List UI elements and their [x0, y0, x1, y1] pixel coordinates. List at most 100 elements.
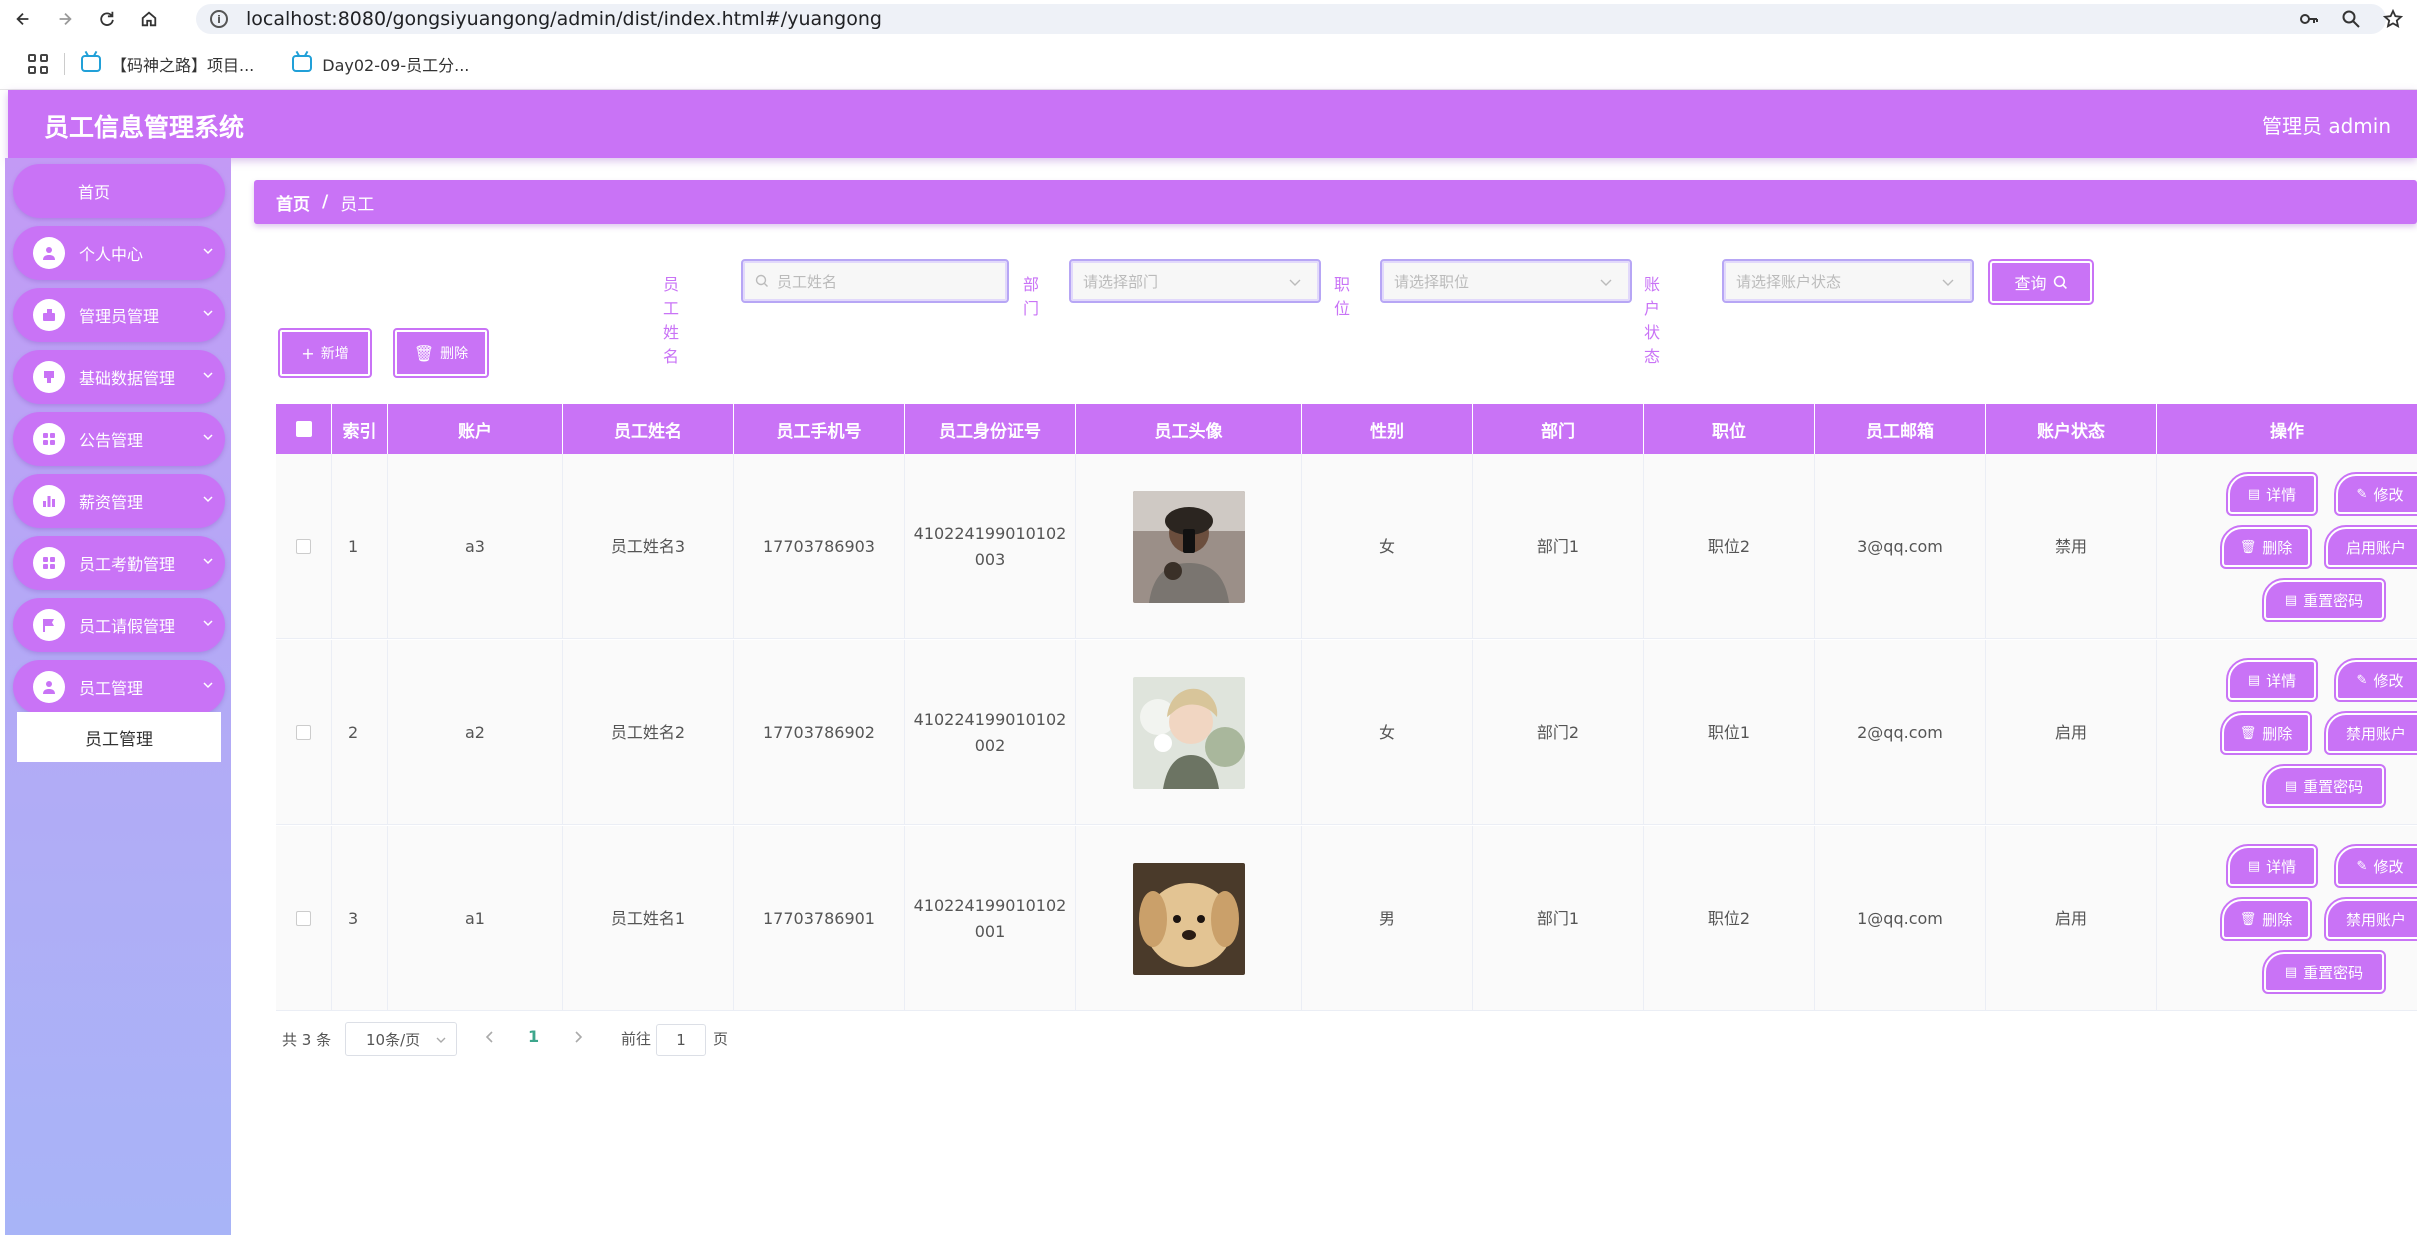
reload-icon[interactable]: [96, 8, 118, 30]
row-checkbox[interactable]: [296, 539, 311, 554]
url-text: localhost:8080/gongsiyuangong/admin/dist…: [246, 8, 882, 30]
info-icon[interactable]: i: [210, 10, 228, 28]
toggle-account-button[interactable]: 禁用账户: [2324, 897, 2417, 941]
prev-page-icon[interactable]: [484, 1030, 496, 1044]
edit-button[interactable]: ✎ 修改: [2334, 658, 2417, 702]
idcard-line-1: 410224199010102: [913, 709, 1067, 729]
cell-idcard: 410224199010102 002: [905, 640, 1076, 825]
cell-position: 职位1: [1644, 640, 1815, 825]
document-icon: ▤: [2247, 672, 2261, 688]
sidebar-item-home[interactable]: 首页: [13, 164, 225, 218]
employee-avatar-image[interactable]: [1132, 490, 1245, 603]
sidebar-item-label: 薪资管理: [79, 493, 144, 512]
current-user[interactable]: 管理员 admin: [2262, 110, 2391, 139]
home-icon[interactable]: [138, 8, 160, 30]
submenu-item-employee-management[interactable]: 员工管理: [17, 712, 221, 762]
current-page[interactable]: 1: [528, 1027, 539, 1046]
sidebar-item-admins[interactable]: 管理员管理: [13, 288, 225, 342]
cell-avatar: [1076, 454, 1302, 639]
select-all-checkbox[interactable]: [295, 421, 312, 437]
query-button[interactable]: 查询: [1988, 259, 2094, 305]
page-size-select[interactable]: 10条/页: [345, 1022, 457, 1056]
detail-button[interactable]: ▤ 详情: [2226, 472, 2318, 516]
document-icon: ▤: [2247, 858, 2261, 874]
edit-button[interactable]: ✎ 修改: [2334, 844, 2417, 888]
delete-button[interactable]: 🗑 删除: [2220, 897, 2312, 941]
goto-page-input[interactable]: 1: [656, 1024, 706, 1056]
toggle-label: 禁用账户: [2345, 910, 2406, 929]
dept-label: 部门: [1023, 275, 1040, 318]
address-bar[interactable]: i localhost:8080/gongsiyuangong/admin/di…: [196, 4, 2386, 34]
bookmark-item-1[interactable]: 【码神之路】项目...: [81, 52, 254, 76]
query-label: 查询: [2014, 274, 2047, 293]
col-position: 职位: [1644, 404, 1815, 454]
document-icon: ▤: [2284, 592, 2298, 608]
zoom-icon[interactable]: [2341, 9, 2361, 29]
name-placeholder: 员工姓名: [777, 272, 838, 291]
idcard-line-1: 410224199010102: [913, 895, 1067, 915]
table-row: 3 a1 员工姓名1 17703786901 410224199010102 0…: [276, 826, 2417, 1011]
detail-button[interactable]: ▤ 详情: [2226, 658, 2318, 702]
toggle-account-button[interactable]: 禁用账户: [2324, 711, 2417, 755]
row-checkbox[interactable]: [296, 911, 311, 926]
position-select[interactable]: 请选择职位: [1380, 259, 1632, 303]
key-icon[interactable]: [2299, 9, 2319, 29]
table-row: 1 a3 员工姓名3 17703786903 410224199010102 0…: [276, 454, 2417, 639]
col-account: 账户: [388, 404, 563, 454]
bulk-delete-button[interactable]: 🗑 删除: [393, 328, 489, 378]
breadcrumb-home[interactable]: 首页: [276, 190, 310, 215]
sidebar-item-basic-data[interactable]: 基础数据管理: [13, 350, 225, 404]
edit-button[interactable]: ✎ 修改: [2334, 472, 2417, 516]
employee-avatar-image[interactable]: [1132, 862, 1245, 975]
cell-phone: 17703786903: [734, 454, 905, 639]
sidebar-item-notices[interactable]: 公告管理: [13, 412, 225, 466]
chevron-down-icon: [1600, 279, 1612, 286]
reset-password-button[interactable]: ▤ 重置密码: [2262, 764, 2386, 808]
idcard-line-2: 002: [974, 735, 1006, 755]
sidebar-item-attendance[interactable]: 员工考勤管理: [13, 536, 225, 590]
row-checkbox[interactable]: [296, 725, 311, 740]
col-idcard: 员工身份证号: [905, 404, 1076, 454]
toggle-label: 启用账户: [2345, 538, 2406, 557]
sidebar-item-salary[interactable]: 薪资管理: [13, 474, 225, 528]
cell-phone: 17703786902: [734, 640, 905, 825]
detail-button[interactable]: ▤ 详情: [2226, 844, 2318, 888]
cell-idcard: 410224199010102 003: [905, 454, 1076, 639]
search-icon: [2053, 275, 2067, 289]
chevron-down-icon: [203, 558, 213, 565]
toggle-account-button[interactable]: 启用账户: [2324, 525, 2417, 569]
idcard-line-1: 410224199010102: [913, 523, 1067, 543]
next-page-icon[interactable]: [572, 1030, 584, 1044]
bookmark-separator: [64, 52, 65, 75]
forward-icon[interactable]: [54, 8, 76, 30]
document-icon: ▤: [2284, 778, 2298, 794]
sidebar-item-employees[interactable]: 员工管理: [13, 660, 225, 714]
breadcrumb-separator: /: [322, 192, 329, 212]
cell-avatar: [1076, 826, 1302, 1011]
document-icon: ▤: [2284, 964, 2298, 980]
sidebar-item-leave[interactable]: 员工请假管理: [13, 598, 225, 652]
reset-password-button[interactable]: ▤ 重置密码: [2262, 578, 2386, 622]
employee-avatar-image[interactable]: [1132, 676, 1245, 789]
chevron-down-icon: [1289, 279, 1301, 286]
page-size-value: 10条/页: [366, 1030, 421, 1049]
cell-gender: 男: [1302, 826, 1473, 1011]
name-search-input[interactable]: 员工姓名: [741, 259, 1009, 303]
select-all-header: [276, 404, 332, 454]
delete-button[interactable]: 🗑 删除: [2220, 525, 2312, 569]
dept-select[interactable]: 请选择部门: [1069, 259, 1321, 303]
delete-button[interactable]: 🗑 删除: [2220, 711, 2312, 755]
add-label: 新增: [320, 346, 349, 362]
sidebar-item-profile[interactable]: 个人中心: [13, 226, 225, 280]
star-icon[interactable]: [2383, 9, 2403, 29]
apps-grid-icon[interactable]: [28, 53, 48, 74]
status-select[interactable]: 请选择账户状态: [1722, 259, 1974, 303]
add-button[interactable]: + 新增: [278, 328, 372, 378]
table-row: 2 a2 员工姓名2 17703786902 410224199010102 0…: [276, 640, 2417, 825]
app-title: 员工信息管理系统: [44, 113, 245, 142]
back-icon[interactable]: [12, 8, 34, 30]
chevron-down-icon: [203, 434, 213, 441]
reset-password-button[interactable]: ▤ 重置密码: [2262, 950, 2386, 994]
delete-label: 删除: [2262, 910, 2293, 929]
bookmark-item-2[interactable]: Day02-09-员工分...: [292, 52, 469, 76]
